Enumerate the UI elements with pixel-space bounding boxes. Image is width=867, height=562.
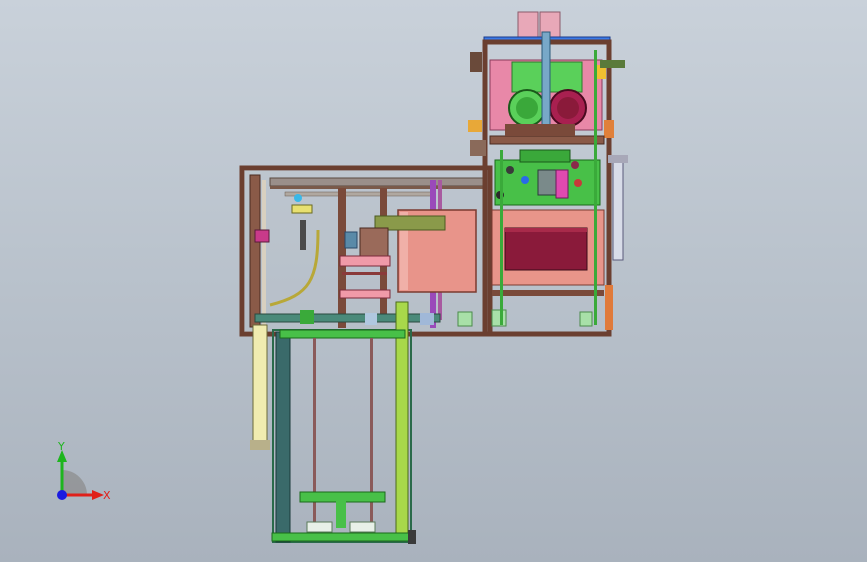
cad-viewport[interactable]: Y X [0, 0, 867, 562]
maroon-plate [504, 227, 588, 271]
left-yellow-cylinder [252, 324, 268, 448]
left-post [249, 174, 261, 328]
left-frame-assembly [239, 165, 493, 337]
center-rod [541, 31, 551, 138]
x-axis-label: X [103, 489, 111, 502]
y-axis-label: Y [57, 440, 65, 453]
right-pneumatic-cylinder [612, 159, 624, 261]
top-rail [269, 177, 486, 187]
cad-assembly-model[interactable] [0, 0, 867, 562]
coordinate-triad: Y X [57, 440, 111, 502]
lower-cage-assembly [250, 301, 416, 544]
